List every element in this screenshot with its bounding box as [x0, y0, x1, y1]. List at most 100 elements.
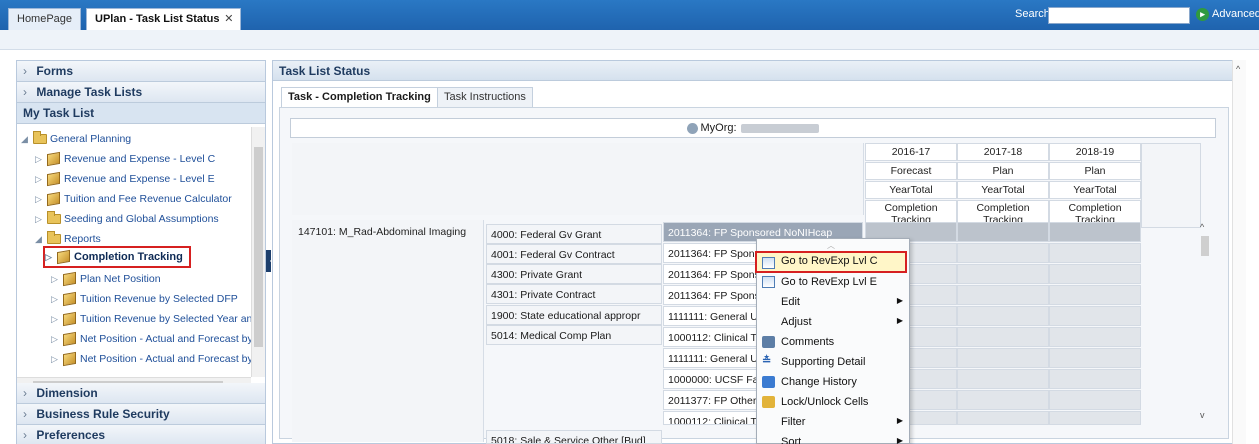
tab-homepage[interactable]: HomePage — [8, 8, 82, 30]
tree-node-net-position-1[interactable]: ▷ Net Position - Actual and Forecast by D — [51, 329, 263, 349]
accordion-my-task-list[interactable]: My Task List — [17, 103, 265, 124]
expand-icon[interactable]: ▷ — [51, 314, 63, 325]
scroll-down-icon[interactable]: v — [1200, 410, 1205, 420]
fund-row-label[interactable]: 1000112: Clinical Tra — [663, 411, 759, 425]
expand-icon[interactable]: ▷ — [35, 154, 47, 165]
fund-row-label[interactable]: 1000000: UCSF Faci — [663, 369, 759, 389]
tree-node-completion-tracking[interactable]: ▷ Completion Tracking — [43, 246, 191, 268]
data-cell[interactable] — [957, 243, 1049, 263]
tab-uplan-task-list-status[interactable]: UPlan - Task List Status ✕ — [86, 8, 241, 30]
context-menu-item[interactable]: Comments — [757, 332, 909, 352]
context-menu-item[interactable]: Sort ▶ — [757, 432, 909, 444]
data-cell[interactable] — [957, 348, 1049, 368]
data-cell[interactable] — [957, 264, 1049, 284]
expand-icon[interactable]: ◢ — [21, 134, 33, 145]
fund-row-label[interactable]: 1111111: General U — [663, 348, 759, 368]
data-cell[interactable] — [1049, 348, 1141, 368]
context-menu-item[interactable]: Filter ▶ — [757, 412, 909, 432]
data-cell[interactable] — [1049, 411, 1141, 425]
tree-node-seeding[interactable]: ▷ Seeding and Global Assumptions — [35, 209, 219, 229]
expand-icon[interactable]: ▷ — [51, 294, 63, 305]
tree-node-revexp-e[interactable]: ▷ Revenue and Expense - Level E — [35, 169, 215, 189]
context-menu-item[interactable]: Change History — [757, 372, 909, 392]
scroll-thumb[interactable] — [254, 147, 263, 347]
tree-node-tuition-dfp[interactable]: ▷ Tuition Revenue by Selected DFP — [51, 289, 238, 309]
expand-icon[interactable]: ▷ — [35, 174, 47, 185]
accordion-dimension[interactable]: › Dimension — [17, 383, 265, 404]
data-cell[interactable] — [957, 222, 1049, 242]
data-cell[interactable] — [1049, 369, 1141, 389]
entity-column: 147101: M_Rad-Abdominal Imaging — [292, 220, 484, 442]
tree-node-revexp-c[interactable]: ▷ Revenue and Expense - Level C — [35, 149, 215, 169]
expand-icon[interactable]: ▷ — [51, 274, 63, 285]
data-cell[interactable] — [957, 369, 1049, 389]
scroll-thumb[interactable] — [1201, 236, 1209, 256]
fund-row-label[interactable]: 1000112: Clinical Tra — [663, 327, 759, 347]
fund-row-label[interactable]: 1111111: General U — [663, 306, 759, 326]
data-cell[interactable] — [1049, 222, 1141, 242]
tree-node-plan-net-position[interactable]: ▷ Plan Net Position — [51, 269, 161, 289]
pov-bar: MyOrg: — [290, 118, 1216, 138]
tree-node-tuition-year[interactable]: ▷ Tuition Revenue by Selected Year and : — [51, 309, 264, 329]
expand-icon[interactable]: ▷ — [35, 214, 47, 225]
advanced-search-icon[interactable]: ▸ — [1196, 8, 1209, 21]
accordion-forms[interactable]: › Forms — [17, 61, 265, 82]
data-cell[interactable] — [957, 327, 1049, 347]
data-cell[interactable] — [957, 306, 1049, 326]
column-header-period: YearTotal — [957, 181, 1049, 199]
context-menu-item[interactable]: ≛ Supporting Detail — [757, 352, 909, 372]
accordion-preferences[interactable]: › Preferences — [17, 425, 265, 444]
tree-vertical-scrollbar[interactable] — [251, 127, 265, 377]
context-menu-item[interactable]: Go to RevExp Lvl C — [755, 251, 907, 273]
expand-icon[interactable]: ▷ — [45, 252, 57, 263]
context-menu-item-label: Filter — [781, 416, 806, 428]
pov-value-redacted[interactable] — [740, 123, 819, 133]
supporting-detail-icon: ≛ — [762, 355, 772, 367]
context-menu-item[interactable]: Edit ▶ — [757, 292, 909, 312]
data-cell[interactable] — [957, 411, 1049, 425]
context-menu-item[interactable]: Lock/Unlock Cells — [757, 392, 909, 412]
fund-row-label[interactable]: 2011377: FP Other I — [663, 390, 759, 410]
data-cell[interactable] — [1049, 243, 1141, 263]
expand-icon[interactable]: ▷ — [51, 354, 63, 365]
data-cell[interactable] — [957, 285, 1049, 305]
column-header-year: 2018-19 — [1049, 143, 1141, 161]
page-vertical-scrollbar[interactable]: ^ — [1232, 60, 1246, 444]
search-input[interactable] — [1048, 7, 1190, 24]
data-cell[interactable] — [1049, 327, 1141, 347]
scroll-up-icon[interactable]: ^ — [1200, 222, 1204, 232]
accordion-business-rule-security[interactable]: › Business Rule Security — [17, 404, 265, 425]
tree-node-net-position-2[interactable]: ▷ Net Position - Actual and Forecast by D — [51, 349, 263, 369]
folder-icon — [33, 131, 47, 144]
advanced-search-link[interactable]: Advanced — [1212, 8, 1259, 20]
pane-collapse-handle[interactable] — [266, 250, 273, 272]
member-selector-icon[interactable] — [687, 122, 699, 134]
context-menu-item[interactable]: Go to RevExp Lvl E — [757, 272, 909, 292]
tree-node-tuition-calc[interactable]: ▷ Tuition and Fee Revenue Calculator — [35, 189, 232, 209]
accordion-label: Forms — [36, 64, 74, 78]
data-cell[interactable] — [957, 390, 1049, 410]
fund-row-label[interactable]: 2011364: FP Sponsc — [663, 243, 759, 263]
data-cell[interactable] — [1049, 285, 1141, 305]
tab-label: UPlan - Task List Status — [95, 13, 220, 25]
data-cell[interactable] — [1049, 390, 1141, 410]
tab-task-instructions[interactable]: Task Instructions — [437, 87, 533, 107]
close-tab-icon[interactable]: ✕ — [224, 12, 233, 25]
collapse-icon[interactable]: ◢ — [35, 234, 47, 245]
fund-row-label[interactable]: 2011364: FP Sponsc — [663, 264, 759, 284]
account-row-label: 5014: Medical Comp Plan — [486, 325, 662, 345]
tree-node-label: Revenue and Expense - Level C — [64, 153, 216, 165]
expand-icon[interactable]: ▷ — [35, 194, 47, 205]
tree-node-general-planning[interactable]: ◢ General Planning — [21, 129, 131, 149]
data-cell[interactable] — [1049, 264, 1141, 284]
tree-node-label: Tuition Revenue by Selected DFP — [80, 293, 238, 305]
context-menu-item[interactable]: Adjust ▶ — [757, 312, 909, 332]
expand-icon[interactable]: ▷ — [51, 334, 63, 345]
scroll-up-icon[interactable]: ^ — [1236, 64, 1240, 74]
data-cell[interactable] — [1049, 306, 1141, 326]
cube-icon — [57, 249, 70, 265]
accordion-manage-task-lists[interactable]: › Manage Task Lists — [17, 82, 265, 103]
fund-row-label[interactable]: 2011364: FP Sponsc — [663, 285, 759, 305]
tab-completion-tracking[interactable]: Task - Completion Tracking — [281, 87, 438, 107]
grid-vertical-scrollbar[interactable]: ^ v — [1198, 222, 1212, 422]
